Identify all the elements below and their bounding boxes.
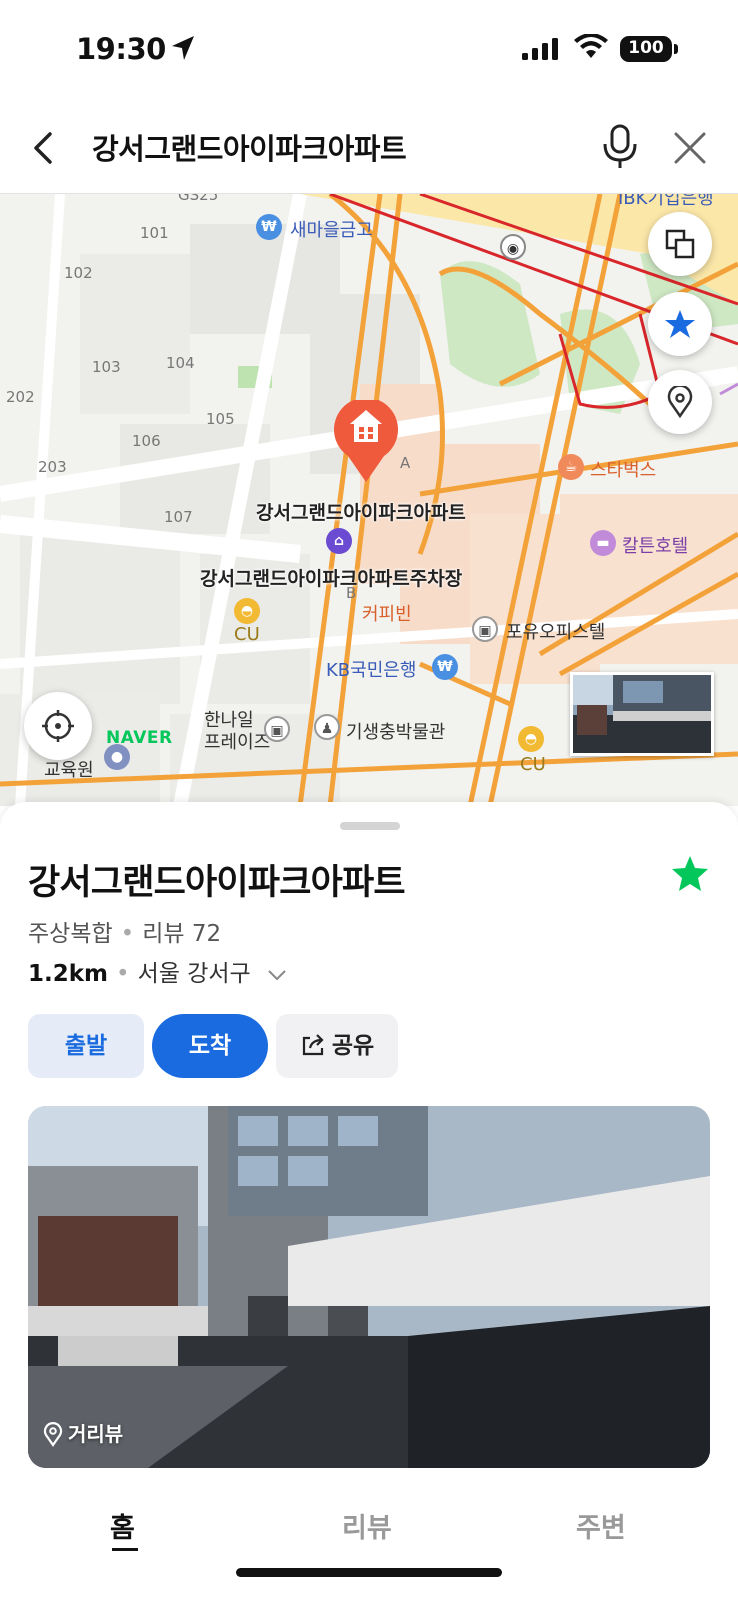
map-label-hanail[interactable]: 한나일 프레이즈: [204, 710, 270, 754]
share-icon: [302, 1033, 324, 1055]
map-label-museum[interactable]: 기생충박물관: [346, 718, 445, 744]
wifi-icon: [574, 34, 608, 58]
map-label-carlton[interactable]: 칼튼호텔: [622, 532, 688, 558]
place-category: 주상복합: [28, 921, 113, 947]
review-count-link[interactable]: 리뷰 72: [142, 921, 221, 947]
detail-tabs: 홈 리뷰 주변: [0, 1492, 738, 1572]
tab-nearby[interactable]: 주변: [576, 1506, 626, 1545]
place-detail-sheet: 강서그랜드아이파크아파트 주상복합 • 리뷰 72 1.2km • 서울 강서구 출발 …: [0, 802, 738, 1600]
naver-logo: NAVER: [106, 728, 173, 748]
separator-dot: •: [120, 921, 135, 947]
cafe-icon[interactable]: ☕: [558, 454, 584, 480]
building-icon-hanail[interactable]: ▣: [264, 716, 290, 742]
map-label-main-place[interactable]: 강서그랜드아이파크아파트: [256, 498, 466, 525]
map-label-ibk[interactable]: IBK기업은행: [618, 194, 714, 210]
current-location-button[interactable]: [24, 692, 92, 760]
search-query[interactable]: 강서그랜드아이파크아파트: [92, 126, 407, 168]
map-label-cu-1[interactable]: CU: [234, 624, 260, 645]
bank-icon[interactable]: ₩: [256, 214, 282, 240]
arrive-route-button[interactable]: 도착: [152, 1014, 268, 1078]
share-button-label: 공유: [331, 1033, 375, 1059]
map-label-dong-101: 101: [140, 224, 169, 242]
favorite-star-icon[interactable]: [670, 854, 710, 894]
map-label-saemaeul[interactable]: 새마을금고: [290, 216, 373, 242]
map-label-starbucks[interactable]: 스타벅스: [590, 456, 656, 482]
cellular-signal-icon: [522, 38, 558, 60]
map-label-dong-102: 102: [64, 264, 93, 282]
map-label-dong-107: 107: [164, 508, 193, 526]
layers-button[interactable]: [648, 212, 712, 276]
separator-dot: •: [116, 961, 130, 987]
map-pin-icon: [43, 1421, 63, 1447]
place-location-row[interactable]: 1.2km • 서울 강서구: [28, 954, 288, 988]
map-label-gs25: GS25: [178, 194, 219, 204]
search-header: 강서그랜드아이파크아파트: [0, 100, 738, 194]
place-pin-icon[interactable]: [332, 400, 400, 484]
museum-icon[interactable]: ♟: [314, 714, 340, 740]
tab-reviews[interactable]: 리뷰: [342, 1506, 392, 1545]
map-label-cu-2[interactable]: CU: [520, 754, 546, 775]
hanail-label-text: 한나일 프레이즈: [204, 710, 271, 753]
building-icon[interactable]: ▣: [472, 616, 498, 642]
home-marker-icon[interactable]: ⌂: [326, 528, 352, 554]
streetview-label-text: 거리뷰: [68, 1422, 124, 1446]
map-label-parking[interactable]: 강서그랜드아이파크아파트주차장: [200, 564, 462, 591]
location-arrow-icon: [172, 36, 194, 60]
map-label-coffee-bean[interactable]: 커피빈: [362, 600, 412, 626]
home-indicator[interactable]: [236, 1568, 502, 1577]
share-button[interactable]: 공유: [276, 1014, 398, 1078]
cctv-icon: ◉: [500, 234, 526, 260]
map-label-dong-104: 104: [166, 354, 195, 372]
layers-icon: [665, 229, 695, 259]
map-pin-icon: [667, 386, 693, 418]
streetview-photo-image: [28, 1106, 710, 1468]
back-arrow-icon[interactable]: [26, 128, 62, 168]
star-icon: [665, 310, 695, 338]
favorites-button[interactable]: [648, 292, 712, 356]
place-distance: 1.2km: [28, 961, 109, 987]
place-meta: 주상복합 • 리뷰 72: [28, 914, 221, 948]
active-tab-indicator: [112, 1548, 138, 1551]
map-view[interactable]: 101 102 103 104 105 106 107 202 203 GS25…: [0, 194, 738, 806]
place-region: 서울 강서구: [137, 961, 251, 987]
battery-tip: [674, 44, 678, 54]
start-route-button[interactable]: 출발: [28, 1014, 144, 1078]
hotel-icon[interactable]: ▬: [590, 530, 616, 556]
map-label-pou-office[interactable]: 포유오피스텔: [506, 618, 605, 644]
convenience-store-icon-2[interactable]: ◓: [518, 726, 544, 752]
close-icon[interactable]: [672, 130, 708, 166]
map-label-building-a: A: [400, 454, 411, 472]
map-label-education[interactable]: 교육원: [44, 756, 94, 782]
streetview-thumbnail-image: [573, 675, 711, 753]
map-label-kb-bank[interactable]: KB국민은행: [326, 656, 416, 682]
streetview-thumbnail[interactable]: [570, 672, 714, 756]
tab-home[interactable]: 홈: [110, 1506, 135, 1545]
chevron-down-icon: [268, 969, 286, 980]
map-label-dong-103: 103: [92, 358, 121, 376]
place-title: 강서그랜드아이파크아파트: [28, 863, 406, 903]
streetview-photo[interactable]: 거리뷰: [28, 1106, 710, 1468]
crosshair-icon: [42, 710, 74, 742]
battery-indicator: 100: [620, 36, 672, 62]
sheet-drag-handle[interactable]: [340, 822, 400, 830]
map-label-dong-105: 105: [206, 410, 235, 428]
streetview-label: 거리뷰: [42, 1418, 123, 1447]
status-time: 19:30: [76, 32, 166, 66]
location-pin-button[interactable]: [648, 370, 712, 434]
convenience-store-icon[interactable]: ◓: [234, 598, 260, 624]
map-label-dong-106: 106: [132, 432, 161, 450]
microphone-icon[interactable]: [600, 124, 640, 170]
map-label-dong-203: 203: [38, 458, 67, 476]
map-label-dong-202: 202: [6, 388, 35, 406]
bank-icon-kb[interactable]: ₩: [432, 654, 458, 680]
status-bar: 19:30 100: [0, 0, 738, 100]
